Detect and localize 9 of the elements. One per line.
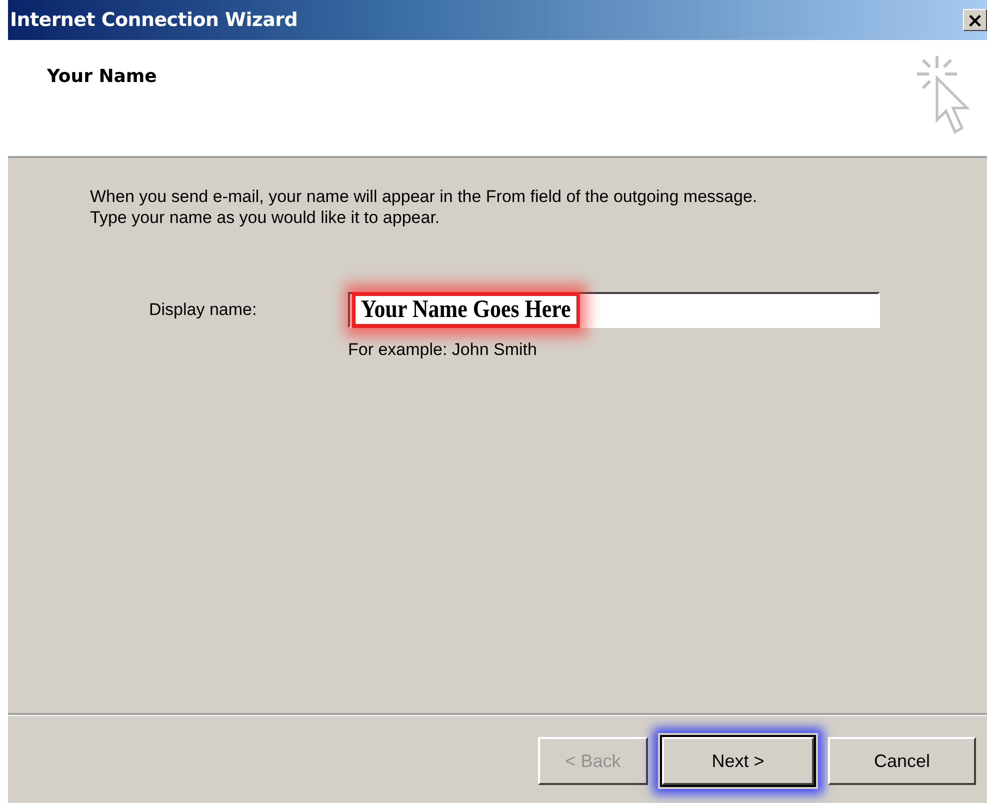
field-value: Your Name Goes Here <box>352 292 580 328</box>
cancel-button[interactable]: Cancel <box>828 737 976 785</box>
page-title: Your Name <box>47 66 157 89</box>
display-name-field[interactable]: Your Name Goes Here <box>348 292 880 328</box>
close-button[interactable]: × <box>963 9 987 31</box>
example-hint: For example: John Smith <box>348 340 538 360</box>
window-title: Internet Connection Wizard <box>9 9 298 31</box>
instruction-text: When you send e-mail, your name will appear in the From field of the outgoing message. Type your name as you would like it to appear. <box>90 186 758 228</box>
field-label: Display name: <box>148 300 258 320</box>
